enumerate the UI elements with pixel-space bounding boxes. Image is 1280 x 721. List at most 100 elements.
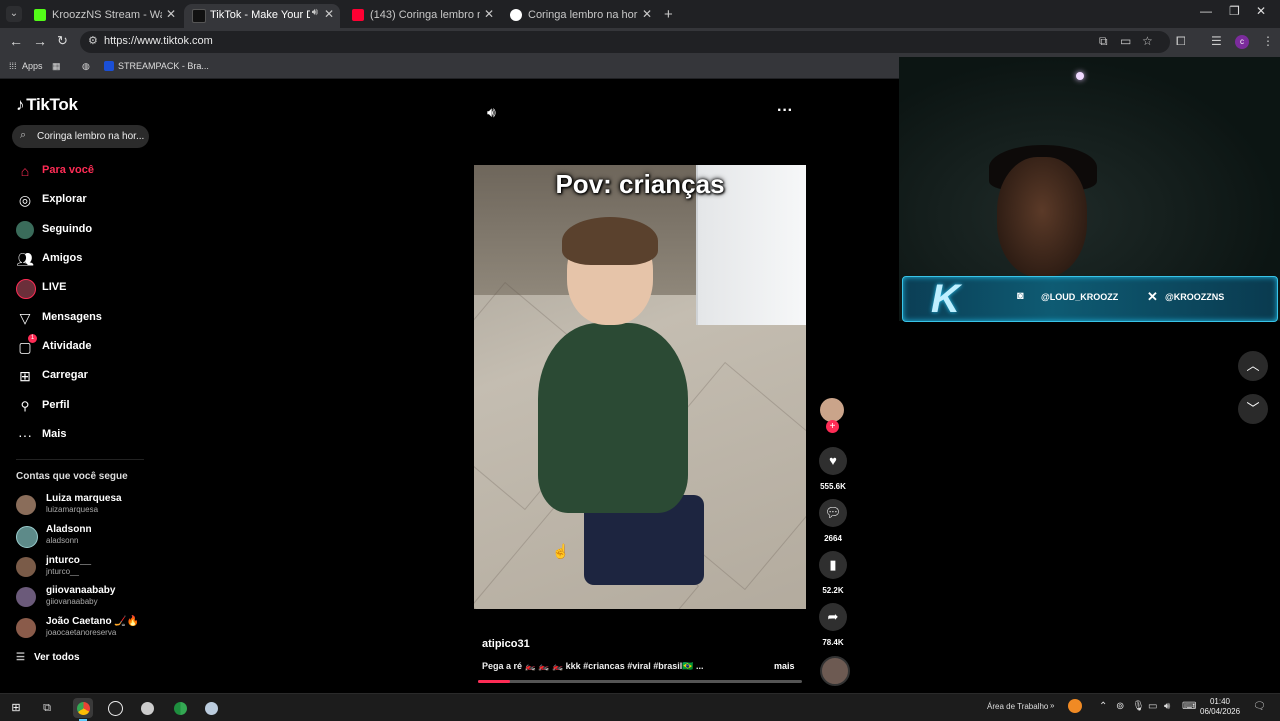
live-icon [16, 279, 36, 299]
tray-icon[interactable]: ⊚ [1116, 701, 1124, 712]
tray-chevron-up-icon[interactable]: ⌃ [1099, 701, 1107, 712]
more-options-icon[interactable]: ··· [777, 102, 793, 120]
desktop-label[interactable]: Área de Trabalho [987, 702, 1048, 711]
account-handle: jnturco__ [46, 567, 79, 576]
speaker-icon[interactable]: 🔊︎ [312, 7, 318, 18]
social-banner: K ◙ @LOUD_KROOZZ ✕ @KROOZZNS [902, 276, 1278, 322]
nav-label: Carregar [42, 369, 88, 381]
bookmark-streampack[interactable]: STREAMPACK - Bra... [118, 61, 209, 71]
cast-icon[interactable]: ▭ [1120, 34, 1131, 48]
tab-title: Coringa lembro na hora do Aq... [528, 9, 638, 21]
x-icon: ✕ [1147, 289, 1158, 304]
music-disc-avatar[interactable] [820, 656, 850, 686]
taskbar-clock[interactable]: 01:40 06/04/2026 [1200, 697, 1240, 717]
nav-mensagens[interactable]: ▽ Mensagens [16, 307, 156, 329]
nav-carregar[interactable]: ⊞ Carregar [16, 365, 156, 387]
following-account[interactable]: Aladsonn aladsonn [16, 524, 156, 550]
app-icon[interactable] [201, 698, 221, 718]
menu-kebab-icon[interactable]: ⋮ [1262, 34, 1274, 48]
bookmark-apps[interactable]: Apps [22, 61, 43, 71]
divider [16, 459, 144, 460]
following-account[interactable]: Luiza marquesa luizamarquesa [16, 493, 156, 519]
tab-search-icon[interactable]: ⌄ [6, 6, 22, 22]
following-account[interactable]: giiovanaababy giiovanaababy [16, 585, 156, 611]
tab-google[interactable]: Coringa lembro na hora do Aq... ✕ [502, 4, 658, 28]
like-heart-icon[interactable]: ♥ [819, 447, 847, 475]
video-description: Pega a ré 🏍️ 🏍️ 🏍️ kkk #criancas #viral … [482, 661, 704, 671]
previous-video-button[interactable]: ︿ [1238, 351, 1268, 381]
obs-icon[interactable] [105, 698, 125, 718]
follow-plus-icon[interactable]: + [826, 420, 839, 433]
restore-icon[interactable]: ❐ [1229, 4, 1240, 18]
nav-mais[interactable]: ··· Mais [16, 424, 156, 446]
search-input[interactable]: ⌕ Coringa lembro na hor... [12, 125, 149, 148]
chevron-icon[interactable]: » [1050, 701, 1054, 710]
close-icon[interactable]: ✕ [484, 7, 494, 21]
forward-icon[interactable]: → [33, 33, 47, 49]
following-account[interactable]: João Caetano 🏒🔥 joaocaetanoreserva [16, 616, 156, 642]
save-bookmark-icon[interactable]: ▮ [819, 551, 847, 579]
address-bar[interactable]: ⚙ https://www.tiktok.com [80, 31, 1170, 53]
chrome-icon[interactable] [73, 698, 93, 721]
profile-avatar[interactable]: c [1235, 35, 1249, 49]
window-close-icon[interactable]: ✕ [1256, 4, 1266, 18]
microphone-icon[interactable]: 🎙︎ [1132, 701, 1145, 712]
volume-tray-icon[interactable]: 🔊︎ [1164, 701, 1170, 712]
task-view-icon[interactable]: ⧉ [37, 698, 57, 718]
nav-label: Para você [42, 164, 94, 176]
see-all-button[interactable]: ☰ Ver todos [16, 652, 80, 663]
creator-avatar[interactable] [820, 398, 844, 422]
close-icon[interactable]: ✕ [642, 7, 652, 21]
nav-seguindo[interactable]: Seguindo [16, 219, 156, 241]
avatar [16, 587, 36, 607]
tab-groups-icon[interactable]: ▦ [52, 61, 61, 72]
video-progress-bar[interactable] [478, 680, 802, 683]
tab-tiktok[interactable]: TikTok - Make Your Day 🔊︎ ✕ [184, 4, 340, 28]
site-info-icon[interactable]: ⚙ [88, 34, 98, 47]
reading-list-icon[interactable]: ☰ [1211, 34, 1222, 48]
video-player[interactable]: Pov: crianças [474, 165, 806, 609]
new-tab-button[interactable]: + [664, 6, 673, 23]
nav-amigos[interactable]: 👥︎ Amigos [16, 248, 156, 270]
nav-para-voce[interactable]: ⌂ Para você [16, 160, 156, 182]
compass-icon: ◎ [18, 192, 32, 208]
minimize-icon[interactable]: — [1200, 4, 1212, 18]
bookmark-star-icon[interactable]: ☆ [1142, 34, 1153, 48]
comment-icon[interactable]: 💬︎ [819, 499, 847, 527]
tray-app-icon[interactable] [1068, 699, 1082, 713]
x-handle: @KROOZZNS [1165, 292, 1225, 302]
search-value[interactable]: Coringa lembro na hor... [37, 131, 144, 142]
volume-icon[interactable]: 🔊︎ [487, 104, 496, 121]
reload-icon[interactable]: ↻ [57, 33, 68, 49]
more-link[interactable]: mais [774, 661, 795, 671]
app-icon[interactable] [137, 698, 157, 718]
nav-live[interactable]: LIVE [16, 277, 156, 299]
tiktok-logo[interactable]: ♪ TikTok [16, 95, 78, 115]
nav-explorar[interactable]: ◎ Explorar [16, 189, 156, 211]
next-video-button[interactable]: ﹀ [1238, 394, 1268, 424]
see-all-label: Ver todos [34, 652, 80, 663]
apps-grid-icon: ⁞⁞⁞ [9, 61, 17, 71]
notifications-icon[interactable]: 🗨︎ [1253, 701, 1266, 712]
share-icon[interactable]: ➦ [819, 603, 847, 631]
following-account[interactable]: jnturco__ jnturco__ [16, 555, 156, 581]
close-icon[interactable]: ✕ [324, 7, 334, 21]
globe-icon[interactable]: ◍ [82, 61, 90, 72]
close-icon[interactable]: ✕ [166, 7, 176, 21]
back-icon[interactable]: ← [9, 33, 23, 49]
translate-icon[interactable]: ⧉ [1099, 34, 1108, 49]
extensions-icon[interactable]: ⧠ [1176, 34, 1186, 49]
comment-count: 2664 [824, 534, 842, 543]
video-author[interactable]: atipico31 [482, 638, 530, 650]
url-text[interactable]: https://www.tiktok.com [104, 35, 213, 47]
following-header: Contas que você segue [16, 471, 128, 482]
tab-youtube[interactable]: (143) Coringa lembro na hora d... ✕ [344, 4, 500, 28]
nav-perfil[interactable]: ⚲ Perfil [16, 395, 156, 417]
nav-atividade[interactable]: ▢ 1 Atividade [16, 334, 156, 358]
chrome-profile-icon[interactable] [170, 698, 190, 718]
windows-start-icon[interactable]: ⊞ [6, 698, 26, 718]
account-handle: luizamarquesa [46, 505, 99, 514]
keyboard-icon[interactable]: ⌨ [1182, 701, 1196, 712]
network-icon[interactable]: ▭ [1148, 701, 1157, 712]
tab-kroozzns-stream[interactable]: KroozzNS Stream - Watch Live ✕ [26, 4, 182, 28]
